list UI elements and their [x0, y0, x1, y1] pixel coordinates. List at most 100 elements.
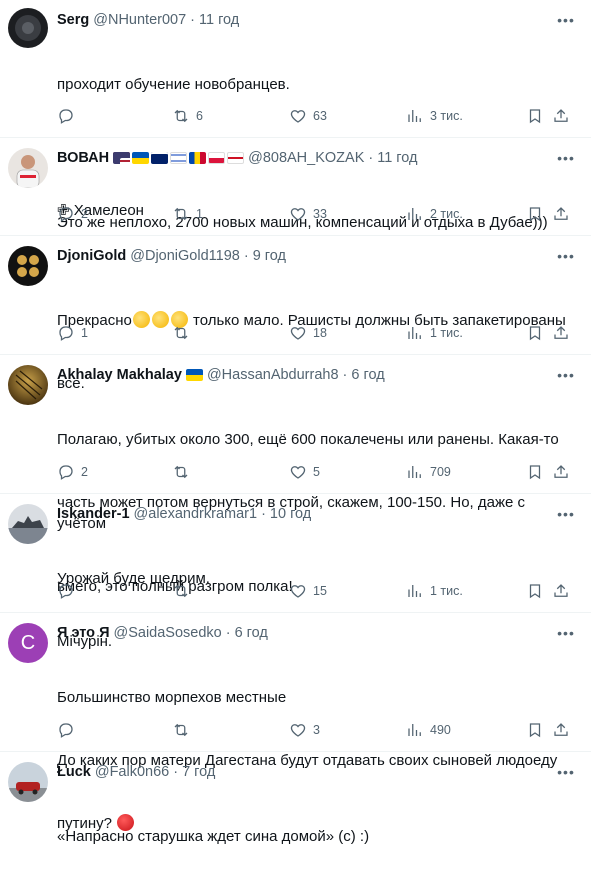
text-line: проходит обучение новобранцев.: [57, 76, 290, 93]
heart-icon: [290, 585, 306, 598]
bookmark-button[interactable]: [526, 106, 544, 126]
author-handle[interactable]: @808AH_KOZAK: [248, 150, 364, 166]
more-icon[interactable]: •••: [555, 246, 577, 266]
share-button[interactable]: [552, 462, 570, 482]
more-icon[interactable]: •••: [555, 504, 577, 524]
like-button[interactable]: 5: [289, 462, 320, 482]
post[interactable]: Akhalay Makhalay @HassanAbdurrah8 · 6 го…: [0, 355, 591, 595]
views-button[interactable]: 1 тис.: [406, 581, 463, 601]
like-button[interactable]: 63: [289, 106, 327, 126]
avatar[interactable]: [8, 762, 48, 802]
reply-button[interactable]: [57, 720, 81, 740]
avatar[interactable]: [8, 504, 48, 544]
share-button[interactable]: [552, 720, 570, 740]
like-button[interactable]: 33: [289, 204, 327, 224]
reply-button[interactable]: [57, 106, 81, 126]
post[interactable]: Łuck @Falk0n66 · 7 год ••• «Напрасно ста…: [0, 752, 591, 845]
views-icon: [408, 110, 421, 122]
views-button[interactable]: 2 тис.: [406, 204, 463, 224]
retweet-button[interactable]: [172, 720, 196, 740]
post[interactable]: C Я это Я @SaidaSosedko · 6 год ••• Боль…: [0, 613, 591, 832]
post[interactable]: Iskander-1 @alexandrkramar1 · 10 год •••…: [0, 494, 591, 650]
name-flags: [113, 152, 245, 164]
bookmark-button[interactable]: [526, 204, 544, 224]
like-count: 63: [313, 109, 327, 123]
share-button[interactable]: [552, 581, 570, 601]
more-icon[interactable]: •••: [555, 623, 577, 643]
author-name[interactable]: Serg: [57, 12, 89, 28]
post-header: Я это Я @SaidaSosedko · 6 год: [57, 623, 541, 643]
share-icon: [554, 207, 568, 220]
like-button[interactable]: 18: [289, 323, 327, 343]
reply-button[interactable]: 1: [57, 323, 88, 343]
post-header: DjoniGold @DjoniGold1198 · 9 год: [57, 246, 541, 266]
post-time[interactable]: 6 год: [235, 625, 268, 641]
views-button[interactable]: 1 тис.: [406, 323, 463, 343]
views-icon: [408, 327, 421, 339]
author-name[interactable]: Akhalay Makhalay: [57, 367, 182, 383]
retweet-button[interactable]: [172, 323, 196, 343]
author-handle[interactable]: @SaidaSosedko: [114, 625, 222, 641]
avatar[interactable]: [8, 365, 48, 405]
post-time[interactable]: 10 год: [270, 506, 311, 522]
avatar[interactable]: [8, 246, 48, 286]
reply-button[interactable]: [57, 581, 81, 601]
post-time[interactable]: 6 год: [351, 367, 384, 383]
retweet-button[interactable]: [172, 581, 196, 601]
share-button[interactable]: [552, 106, 570, 126]
avatar[interactable]: [8, 8, 48, 48]
share-icon: [554, 723, 568, 736]
post-time[interactable]: 11 год: [377, 150, 417, 166]
action-bar: 2 1 33 2 тис.: [57, 204, 577, 224]
post-time[interactable]: 9 год: [253, 248, 286, 264]
post-header: Iskander-1 @alexandrkramar1 · 10 год: [57, 504, 541, 524]
share-icon: [554, 326, 568, 339]
author-handle[interactable]: @HassanAbdurrah8: [207, 367, 339, 383]
reply-count: 1: [81, 326, 88, 340]
reply-icon: [59, 326, 73, 341]
author-name[interactable]: Łuck: [57, 764, 91, 780]
bookmark-button[interactable]: [526, 581, 544, 601]
retweet-button[interactable]: [172, 462, 196, 482]
like-button[interactable]: 15: [289, 581, 327, 601]
author-handle[interactable]: @Falk0n66: [95, 764, 169, 780]
author-handle[interactable]: @DjoniGold1198: [130, 248, 240, 264]
reply-button[interactable]: 2: [57, 204, 88, 224]
post[interactable]: Serg @NHunter007 · 11 год ••• проходит о…: [0, 0, 591, 219]
author-name[interactable]: DjoniGold: [57, 248, 126, 264]
heart-icon: [290, 110, 306, 123]
share-button[interactable]: [552, 323, 570, 343]
like-button[interactable]: 3: [289, 720, 320, 740]
bookmark-button[interactable]: [526, 323, 544, 343]
bookmark-button[interactable]: [526, 720, 544, 740]
views-button[interactable]: 490: [406, 720, 451, 740]
view-count: 490: [430, 723, 451, 737]
more-icon[interactable]: •••: [555, 762, 577, 782]
post-time[interactable]: 7 год: [182, 764, 215, 780]
more-icon[interactable]: •••: [555, 148, 577, 168]
author-name[interactable]: ВОВАН: [57, 150, 109, 166]
post-time[interactable]: 11 год: [199, 12, 239, 28]
author-handle[interactable]: @alexandrkramar1: [134, 506, 258, 522]
action-bar: 3 490: [57, 720, 577, 740]
views-icon: [408, 208, 421, 220]
bookmark-button[interactable]: [526, 462, 544, 482]
views-button[interactable]: 709: [406, 462, 451, 482]
retweet-button[interactable]: 1: [172, 204, 203, 224]
moldova-flag-icon: [189, 152, 207, 164]
author-handle[interactable]: @NHunter007: [93, 12, 186, 28]
reply-button[interactable]: 2: [57, 462, 88, 482]
more-icon[interactable]: •••: [555, 365, 577, 385]
author-name[interactable]: Я это Я: [57, 625, 110, 641]
retweet-button[interactable]: 6: [172, 106, 203, 126]
avatar[interactable]: C: [8, 623, 48, 663]
post[interactable]: ВОВАН @808AH_KOZAK · 11 год ••• Это же н…: [0, 138, 591, 236]
more-icon[interactable]: •••: [555, 10, 577, 30]
avatar[interactable]: [8, 148, 48, 188]
bookmark-icon: [529, 207, 541, 222]
reply-count: 2: [81, 207, 88, 221]
post[interactable]: DjoniGold @DjoniGold1198 · 9 год ••• Пре…: [0, 236, 591, 392]
author-name[interactable]: Iskander-1: [57, 506, 130, 522]
share-button[interactable]: [552, 204, 570, 224]
views-button[interactable]: 3 тис.: [406, 106, 463, 126]
